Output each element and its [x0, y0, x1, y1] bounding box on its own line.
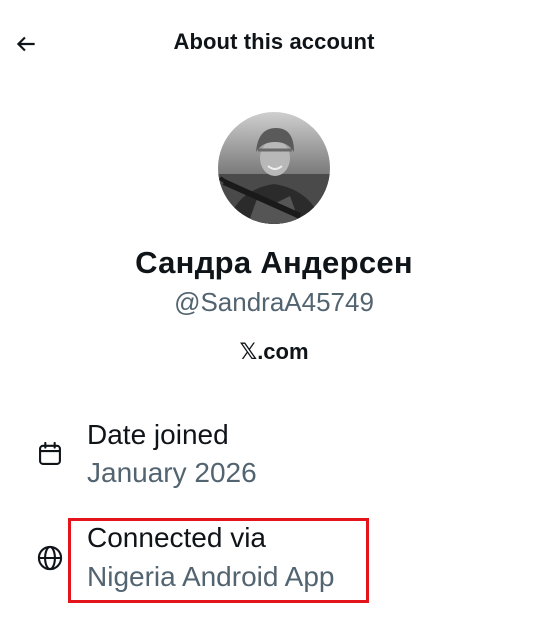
avatar[interactable] [218, 112, 330, 224]
platform-suffix: .com [257, 339, 309, 364]
handle: @SandraA45749 [174, 287, 374, 317]
calendar-icon [35, 439, 65, 469]
display-name: Сандра Андерсен [135, 245, 413, 280]
platform-label: 𝕏.com [0, 339, 548, 365]
globe-icon [35, 543, 65, 573]
highlight-box [68, 518, 369, 603]
profile-photo [218, 112, 330, 224]
date-joined-value: January 2026 [87, 457, 257, 488]
x-logo-icon: 𝕏 [239, 339, 258, 364]
page-title: About this account [173, 29, 375, 54]
date-joined-label: Date joined [87, 419, 229, 450]
